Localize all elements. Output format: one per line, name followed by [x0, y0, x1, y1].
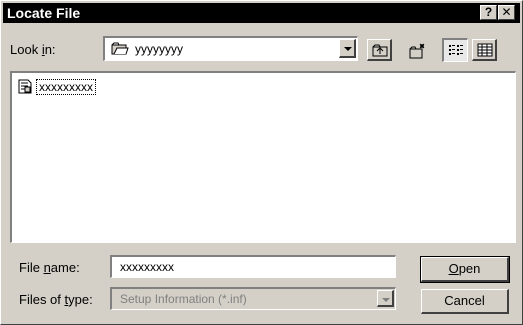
file-name-label: File name: — [19, 260, 80, 275]
chevron-down-icon — [382, 298, 390, 302]
files-of-type-label: Files of type: — [19, 292, 93, 307]
file-name-text: xxxxxxxxx — [36, 79, 96, 95]
files-of-type-dropdown-button[interactable] — [377, 290, 394, 307]
look-in-value: yyyyyyyy — [135, 42, 183, 56]
title-bar: Locate File ? ✕ — [3, 3, 520, 23]
locate-file-dialog: Locate File ? ✕ Look in: yyyyyyyy xxxxxx… — [0, 0, 523, 325]
chevron-down-icon — [344, 47, 352, 51]
help-button[interactable]: ? — [480, 5, 497, 20]
files-of-type-value: Setup Information (*.inf) — [120, 292, 247, 306]
look-in-combobox[interactable]: yyyyyyyy — [103, 36, 358, 61]
dialog-title: Locate File — [7, 5, 81, 21]
open-button[interactable]: Open — [420, 256, 510, 283]
setup-info-file-icon — [18, 79, 32, 97]
list-view-button[interactable] — [442, 38, 468, 62]
file-name-input[interactable]: xxxxxxxxx — [110, 255, 396, 278]
create-new-folder-button[interactable] — [404, 39, 429, 61]
file-list[interactable]: xxxxxxxxx — [10, 71, 516, 243]
details-view-button[interactable] — [472, 39, 497, 61]
up-one-level-button[interactable] — [367, 39, 392, 61]
close-button[interactable]: ✕ — [498, 5, 515, 20]
look-in-dropdown-button[interactable] — [339, 39, 356, 58]
file-name-value: xxxxxxxxx — [120, 260, 174, 274]
cancel-button[interactable]: Cancel — [421, 289, 509, 314]
look-in-label: Look in: — [10, 42, 56, 57]
files-of-type-select[interactable]: Setup Information (*.inf) — [110, 287, 396, 310]
folder-icon — [111, 41, 129, 58]
